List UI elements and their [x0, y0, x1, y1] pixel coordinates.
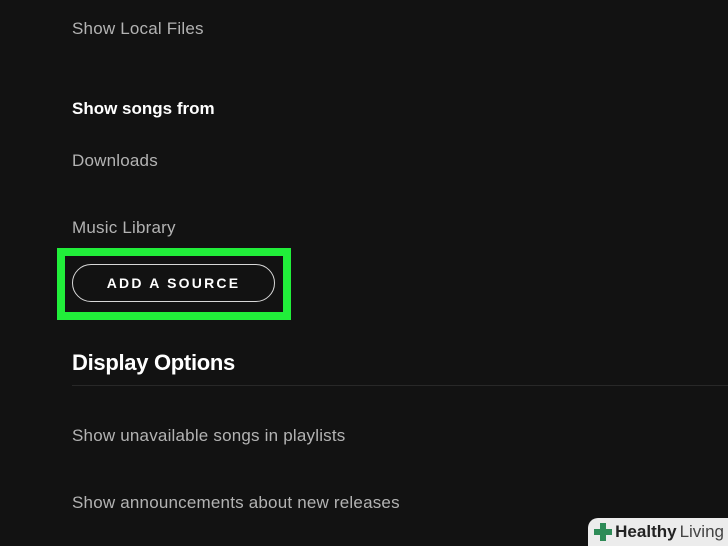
section-divider: [72, 385, 728, 386]
source-item-music-library[interactable]: Music Library: [72, 218, 176, 238]
watermark-brand-regular: Living: [679, 522, 724, 541]
show-unavailable-songs-toggle-label[interactable]: Show unavailable songs in playlists: [72, 426, 346, 446]
show-announcements-toggle-label[interactable]: Show announcements about new releases: [72, 493, 400, 513]
source-item-downloads[interactable]: Downloads: [72, 151, 158, 171]
show-songs-from-heading: Show songs from: [72, 99, 215, 118]
watermark-brand-bold: Healthy: [615, 522, 677, 541]
settings-page: Show Local Files Show songs from Downloa…: [0, 0, 728, 546]
medical-cross-icon: [594, 523, 613, 541]
show-local-files-toggle-label[interactable]: Show Local Files: [72, 19, 204, 39]
add-source-button[interactable]: ADD A SOURCE: [72, 264, 275, 302]
display-options-title: Display Options: [72, 350, 235, 375]
watermark-logo: Healthy Living: [588, 518, 728, 546]
